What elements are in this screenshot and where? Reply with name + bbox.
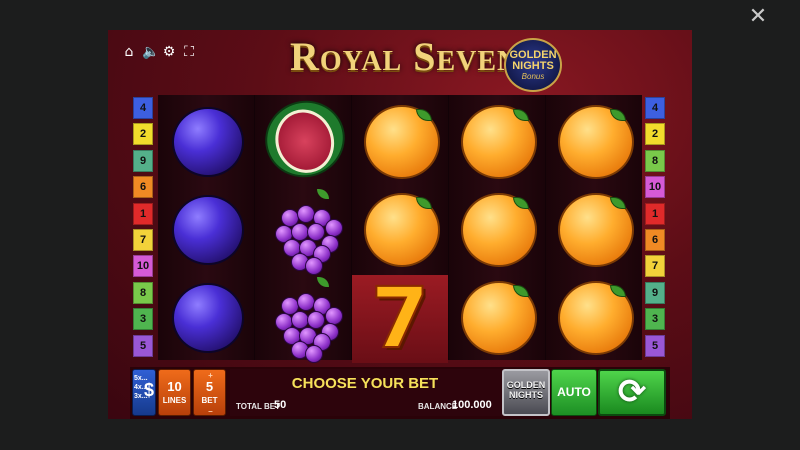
payline-right-3[interactable]: 8 [645,149,665,172]
spin-arrows-icon: ⟳ [617,372,647,412]
paylines-left: 4 2 9 6 1 7 10 8 3 5 [133,97,153,361]
fullscreen-icon[interactable]: ⛶ [182,44,196,60]
gn-line1: GOLDEN [506,380,546,390]
total-bet-value: 50 [274,399,287,411]
lines-value: 10 [167,379,182,394]
logo-line2: NIGHTS [512,60,554,72]
top-toolbar: ⌂ 🔈 ⚙ ⛶ [122,44,196,60]
grapes-symbol [259,275,347,363]
game-title: Royal Seven [290,34,519,79]
bet-label: BET [201,396,218,405]
control-bar: 5x... 4x... 3x... $ 10 LINES + 5 BET – C… [130,367,670,419]
orange-symbol [550,187,638,271]
payline-left-2[interactable]: 2 [133,123,153,146]
logo-line3: Bonus [521,72,545,81]
payline-right-2[interactable]: 2 [645,123,665,146]
plum-symbol [162,187,250,271]
home-icon[interactable]: ⌂ [122,44,136,60]
payline-left-7[interactable]: 10 [133,255,153,278]
orange-symbol [356,99,444,183]
payline-right-6[interactable]: 6 [645,228,665,251]
lines-label: LINES [162,396,187,405]
orange-symbol [356,187,444,271]
payline-left-4[interactable]: 6 [133,176,153,199]
balance-value: 100.000 [452,399,492,411]
payline-right-8[interactable]: 9 [645,281,665,304]
payline-left-10[interactable]: 5 [133,334,153,357]
payline-left-9[interactable]: 3 [133,308,153,331]
payline-right-10[interactable]: 5 [645,334,665,357]
payline-right-5[interactable]: 1 [645,202,665,225]
message-display: CHOOSE YOUR BET TOTAL BET 50 BALANCE 100… [230,369,526,416]
bet-minus-icon[interactable]: – [194,408,227,416]
reel-1 [158,95,254,360]
spin-button[interactable]: ⟳ [598,369,666,416]
close-icon[interactable]: ✕ [748,5,768,27]
payline-left-5[interactable]: 1 [133,202,153,225]
reel-4 [449,95,545,360]
reel-3: 7 [352,95,448,364]
game-window: ⌂ 🔈 ⚙ ⛶ Royal Seven GOLDEN NIGHTS Bonus … [108,30,692,419]
orange-symbol [453,99,541,183]
bet-value: 5 [205,379,214,394]
payline-left-6[interactable]: 7 [133,228,153,251]
sound-icon[interactable]: 🔈 [142,44,159,60]
bet-button[interactable]: + 5 BET – [193,369,226,416]
bet-plus-icon[interactable]: + [194,372,227,380]
payline-left-1[interactable]: 4 [133,97,153,119]
plum-symbol [162,275,250,359]
watermelon-symbol [254,89,356,189]
paytable-button[interactable]: 5x... 4x... 3x... $ [132,369,156,416]
seven-symbol: 7 [352,272,448,364]
orange-symbol [453,187,541,271]
lines-button[interactable]: 10 LINES [158,369,191,416]
settings-icon[interactable]: ⚙ [162,44,176,60]
orange-symbol [453,275,541,359]
orange-symbol [550,275,638,359]
payline-left-3[interactable]: 9 [133,149,153,172]
gn-line2: NIGHTS [508,390,543,400]
reel-5 [546,95,642,360]
plum-symbol [162,99,250,183]
dollar-icon: $ [143,380,154,400]
status-message: CHOOSE YOUR BET [291,375,439,392]
payline-right-1[interactable]: 4 [645,97,665,119]
payline-left-8[interactable]: 8 [133,281,153,304]
reel-2 [254,89,356,363]
payline-right-7[interactable]: 7 [645,255,665,278]
golden-nights-button[interactable]: GOLDEN NIGHTS [502,369,550,416]
auto-button[interactable]: AUTO [551,369,597,416]
payline-right-9[interactable]: 3 [645,308,665,331]
paylines-right: 4 2 8 10 1 6 7 9 3 5 [645,97,665,361]
payline-right-4[interactable]: 10 [645,176,665,199]
grapes-symbol [259,187,347,275]
reels-area: 7 [158,89,642,364]
golden-nights-logo: GOLDEN NIGHTS Bonus [504,38,562,92]
orange-symbol [550,99,638,183]
